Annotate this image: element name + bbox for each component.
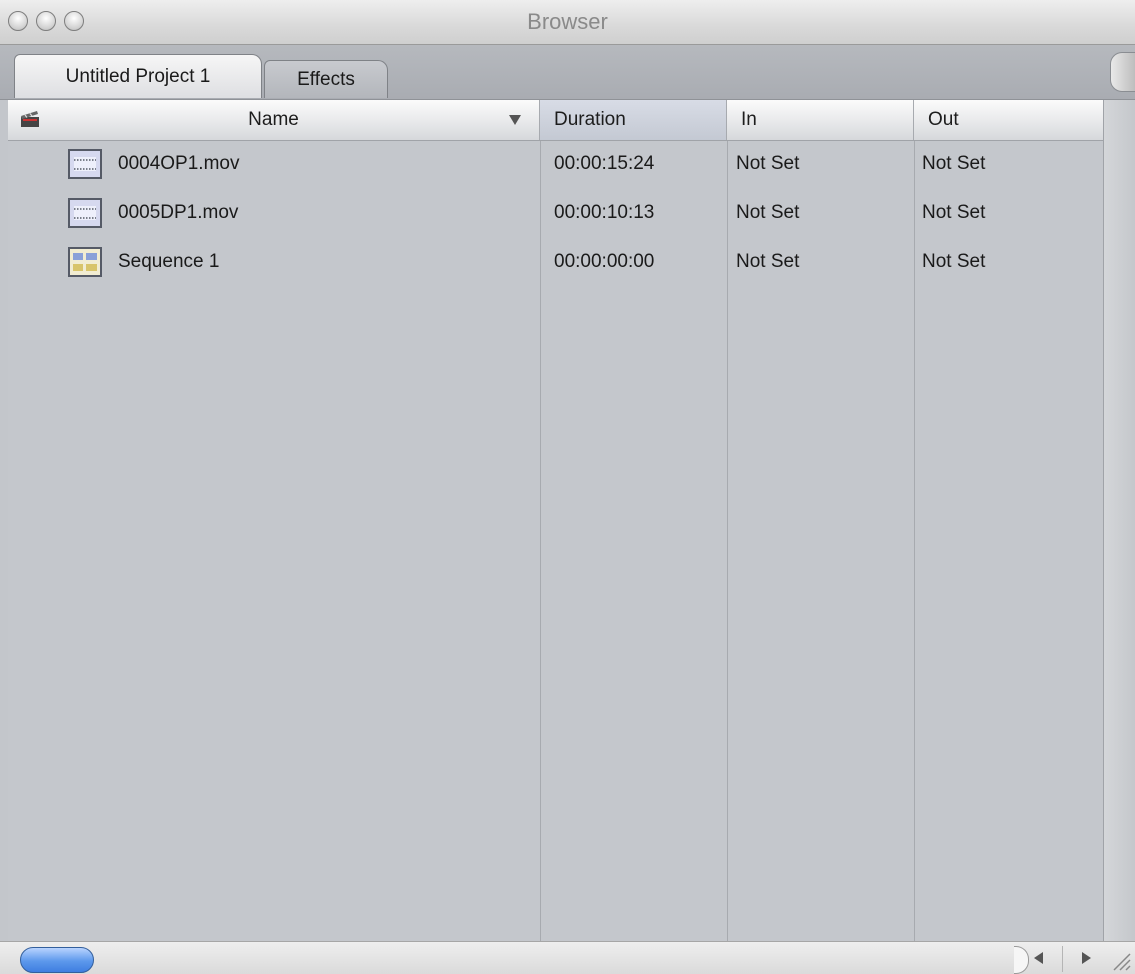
window-title: Browser	[527, 9, 608, 34]
browser-window: Browser Untitled Project 1 Effects Name …	[0, 0, 1135, 974]
sequence-icon	[68, 247, 102, 277]
browser-item-list[interactable]: 0004OP1.mov 00:00:15:24 Not Set Not Set …	[8, 141, 1103, 941]
toolbar-toggle-button[interactable]	[1110, 52, 1135, 92]
arrow-separator	[1062, 946, 1063, 972]
list-item[interactable]: 0005DP1.mov 00:00:10:13 Not Set Not Set	[8, 190, 1103, 238]
scroll-right-arrow-icon[interactable]	[1082, 952, 1091, 964]
list-item[interactable]: 0004OP1.mov 00:00:15:24 Not Set Not Set	[8, 141, 1103, 189]
item-name: 0005DP1.mov	[118, 202, 239, 223]
list-item[interactable]: Sequence 1 00:00:00:00 Not Set Not Set	[8, 239, 1103, 287]
item-in: Not Set	[736, 251, 800, 272]
item-duration: 00:00:15:24	[554, 153, 655, 174]
tab-strip: Untitled Project 1 Effects	[0, 45, 1135, 100]
column-header-name-label: Name	[248, 109, 299, 130]
horizontal-scroll-thumb[interactable]	[20, 947, 94, 973]
title-bar[interactable]: Browser	[0, 0, 1135, 45]
clip-icon	[68, 198, 102, 228]
clapperboard-icon[interactable]	[20, 110, 40, 128]
tab-untitled-project-1[interactable]: Untitled Project 1	[14, 54, 262, 98]
scroll-track-end	[1014, 946, 1029, 974]
item-duration: 00:00:00:00	[554, 251, 655, 272]
item-in: Not Set	[736, 153, 800, 174]
column-header-row: Name Duration In Out	[8, 100, 1103, 141]
vertical-scroll-gutter[interactable]	[1103, 100, 1135, 941]
scroll-left-arrow-icon[interactable]	[1034, 952, 1043, 964]
item-name: Sequence 1	[118, 251, 220, 272]
item-out: Not Set	[922, 202, 986, 223]
column-header-duration[interactable]: Duration	[540, 100, 727, 140]
sort-descending-icon[interactable]	[509, 115, 521, 125]
column-header-out[interactable]: Out	[914, 100, 1103, 140]
tab-effects[interactable]: Effects	[264, 60, 388, 98]
column-header-in[interactable]: In	[727, 100, 914, 140]
item-duration: 00:00:10:13	[554, 202, 655, 223]
column-header-name[interactable]: Name	[8, 100, 540, 140]
item-in: Not Set	[736, 202, 800, 223]
clip-icon	[68, 149, 102, 179]
item-out: Not Set	[922, 251, 986, 272]
resize-grip-icon[interactable]	[1109, 949, 1131, 971]
horizontal-scrollbar[interactable]	[0, 941, 1135, 974]
item-name: 0004OP1.mov	[118, 153, 240, 174]
item-out: Not Set	[922, 153, 986, 174]
